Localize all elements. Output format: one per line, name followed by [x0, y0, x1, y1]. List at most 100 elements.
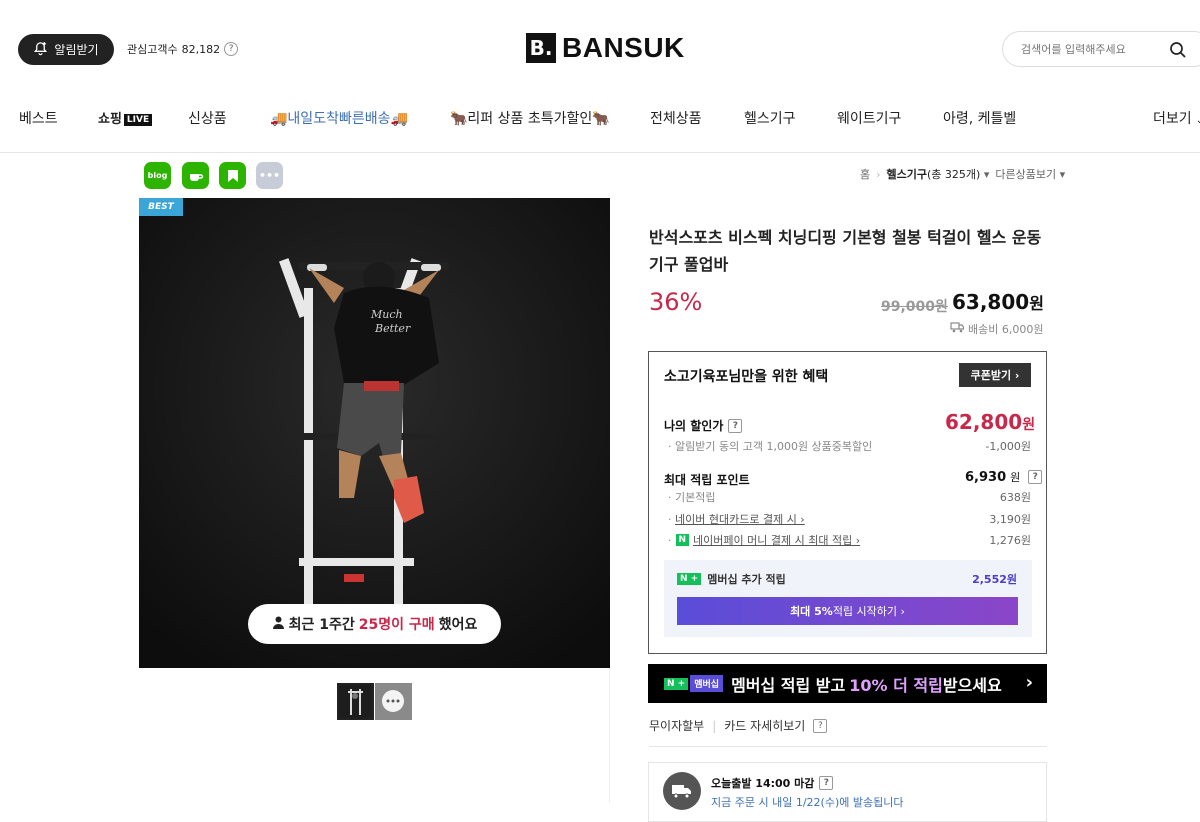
divider: | — [712, 718, 717, 733]
my-price-sub: · 알림받기 동의 고객 1,000원 상품중복할인 — [668, 440, 873, 453]
nav-dumbbell[interactable]: 아령, 케틀벨 — [943, 108, 1016, 128]
member-start-prefix: 최대 5% — [790, 605, 833, 618]
sale-price-unit: 원 — [1029, 294, 1044, 313]
watchers-label: 관심고객수 — [127, 43, 178, 56]
alarm-label: 알림받기 — [54, 43, 99, 57]
shirt-print: Much — [370, 308, 403, 321]
banner-text-c: 받으세요 — [942, 675, 1002, 695]
points-label: 최대 적립 포인트 — [664, 473, 750, 487]
search-icon[interactable] — [1169, 41, 1187, 63]
npay-points-val: 1,276원 — [989, 534, 1031, 547]
breadcrumb-other-label: 다른상품보기 — [995, 168, 1057, 181]
shipping-label: 배송비 6,000원 — [968, 323, 1044, 336]
watchers-count: 82,182 — [181, 42, 221, 56]
nav-more-label: 더보기 — [1153, 111, 1192, 127]
chevron-right-icon: › — [1025, 672, 1033, 693]
basic-points-val: 638원 — [999, 491, 1031, 504]
brand-logo[interactable]: B. BANSUK — [526, 32, 685, 64]
my-price: 62,800원 — [945, 410, 1035, 434]
my-price-row: 나의 할인가 ? — [664, 417, 743, 434]
thumbnail-video[interactable] — [375, 683, 412, 720]
membership-banner[interactable]: N + 멤버십 멤버십 적립 받고 10% 더 적립 받으세요 › — [648, 664, 1047, 703]
recent-purchase-pill: 최근 1주간 25명이 구매 했어요 — [248, 604, 501, 644]
bell-plus-icon — [33, 41, 48, 59]
banner-text-a: 멤버십 적립 받고 — [731, 675, 846, 695]
nav-shopping-label: 쇼핑 — [98, 112, 122, 127]
breadcrumb: 홈 › 헬스기구(총 325개) ▾ 다른상품보기 ▾ — [860, 166, 1065, 182]
npay-points-row[interactable]: · N 네이버페이 머니 결제 시 최대 적립 › — [668, 532, 860, 548]
blog-share-icon[interactable]: blog — [144, 162, 171, 189]
help-icon[interactable]: ? — [224, 42, 239, 56]
sale-price: 63,800원 — [952, 290, 1044, 314]
membership-label: 멤버십 추가 적립 — [707, 573, 786, 586]
help-icon[interactable]: ? — [819, 776, 834, 790]
membership-row: N + 멤버십 추가 적립 — [677, 571, 786, 587]
nav-more[interactable]: 더보기 ⌄ — [1153, 108, 1200, 128]
breadcrumb-home[interactable]: 홈 — [860, 166, 870, 182]
shirt-print-2: Better — [374, 322, 411, 335]
logo-mark: B. — [526, 33, 556, 63]
help-icon[interactable]: ? — [728, 418, 743, 433]
nav-refurb-sale[interactable]: 🐂리퍼 상품 초특가할인🐂 — [450, 108, 610, 128]
alarm-button[interactable]: 알림받기 — [18, 34, 114, 65]
bookmark-share-icon[interactable] — [219, 162, 246, 189]
my-price-label: 나의 할인가 — [664, 419, 724, 433]
best-badge: BEST — [139, 198, 183, 216]
watchers-info: 관심고객수 82,182 ? — [127, 41, 239, 57]
nav-fast-delivery[interactable]: 🚚내일도착빠른배송🚚 — [270, 108, 408, 128]
chevron-right-icon: › — [876, 167, 881, 181]
divider — [649, 746, 1047, 747]
card-points-row[interactable]: · 네이버 현대카드로 결제 시 › — [668, 511, 805, 527]
membership-val: 2,552원 — [972, 573, 1017, 586]
help-icon[interactable]: ? — [813, 718, 828, 733]
product-title: 반석스포츠 비스펙 치닝디핑 기본형 철봉 턱걸이 헬스 운동 기구 풀업바 — [649, 228, 1042, 274]
delivery-sub: 지금 주문 시 내일 1/22(수)에 발송됩니다 — [711, 796, 904, 809]
cafe-share-icon[interactable] — [182, 162, 209, 189]
membership-start-button[interactable]: 최대 5% 적립 시작하기 › — [677, 597, 1018, 625]
nav-best[interactable]: 베스트 — [19, 108, 58, 128]
membership-badge: 멤버십 — [690, 675, 724, 692]
nav-weight[interactable]: 웨이트기구 — [837, 108, 901, 128]
my-price-sub-val: -1,000원 — [985, 440, 1031, 453]
live-badge: LIVE — [123, 114, 153, 126]
npay-points-link[interactable]: 네이버페이 머니 결제 시 최대 적립 › — [693, 532, 860, 548]
my-price-unit: 원 — [1022, 417, 1036, 433]
nav-shopping-live[interactable]: 쇼핑 LIVE — [98, 108, 153, 127]
sale-price-number: 63,800 — [952, 290, 1030, 314]
search-input[interactable] — [1021, 42, 1161, 56]
help-icon[interactable]: ? — [1028, 470, 1043, 484]
shipping-fee: 배송비 6,000원 — [950, 321, 1043, 337]
product-main-image[interactable]: Much Better — [139, 198, 610, 668]
search-box[interactable] — [1002, 31, 1200, 67]
nav-new[interactable]: 신상품 — [188, 108, 227, 128]
points-total-unit: 원 — [1010, 471, 1021, 484]
member-start-suffix: 적립 시작하기 › — [832, 605, 905, 618]
nav-fitness[interactable]: 헬스기구 — [744, 108, 796, 128]
breadcrumb-count: (총 325개) — [927, 168, 981, 181]
installment-label[interactable]: 무이자할부 — [649, 717, 704, 734]
coupon-button[interactable]: 쿠폰받기 › — [959, 363, 1031, 387]
breadcrumb-other[interactable]: 다른상품보기 ▾ — [995, 166, 1065, 182]
my-price-number: 62,800 — [945, 410, 1023, 434]
npay-icon: N — [675, 534, 690, 546]
my-price-sub-label: 알림받기 동의 고객 1,000원 상품중복할인 — [675, 440, 873, 453]
recent-suffix: 했어요 — [438, 617, 478, 633]
blog-label: blog — [147, 171, 168, 180]
more-share-icon[interactable]: ••• — [256, 162, 283, 189]
card-detail-link[interactable]: 카드 자세히보기 — [724, 717, 805, 734]
fast-truck-icon — [663, 772, 701, 810]
delivery-title: 오늘출발 14:00 마감 — [711, 777, 815, 790]
card-points-link[interactable]: 네이버 현대카드로 결제 시 › — [675, 513, 805, 526]
naver-plus-icon: N + — [664, 677, 689, 690]
installment-row: 무이자할부 | 카드 자세히보기 ? — [649, 717, 828, 734]
truck-icon — [950, 322, 965, 336]
breadcrumb-category-name: 헬스기구 — [886, 168, 928, 181]
nav-all-products[interactable]: 전체상품 — [650, 108, 702, 128]
breadcrumb-category[interactable]: 헬스기구(총 325개) ▾ — [887, 166, 990, 182]
points-total-number: 6,930 — [965, 469, 1007, 485]
discount-rate: 36% — [649, 288, 703, 316]
points-total: 6,930 원? — [965, 469, 1043, 485]
original-price: 99,000원 — [881, 299, 948, 315]
naver-plus-icon: N + — [677, 573, 702, 585]
thumbnail-1[interactable] — [337, 683, 374, 720]
